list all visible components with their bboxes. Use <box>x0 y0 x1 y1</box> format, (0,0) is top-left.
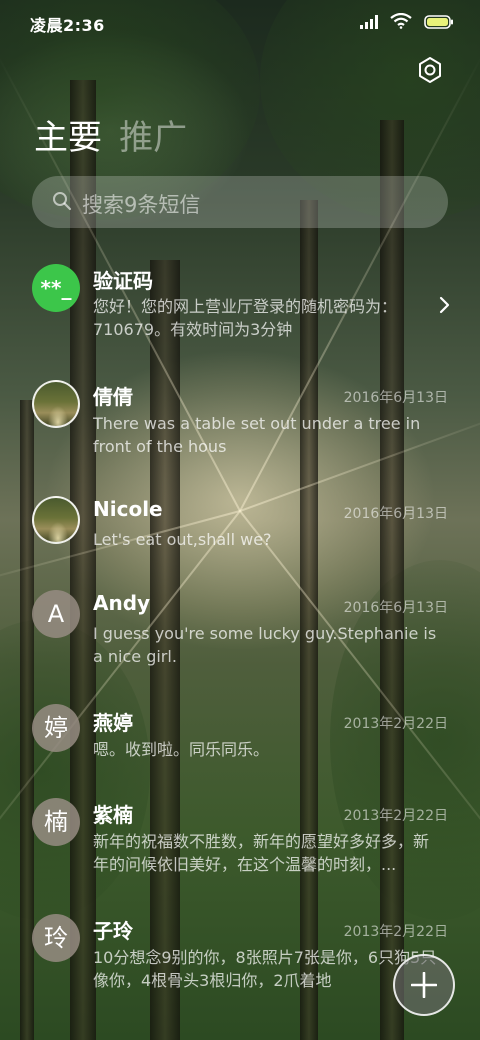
tab-bar: 主要 推广 <box>34 110 199 160</box>
avatar <box>32 496 80 544</box>
signal-icon <box>360 15 378 29</box>
conversation-name: 子玲 <box>93 919 133 943</box>
conversation-date: 2016年6月13日 <box>343 390 448 406</box>
status-bar: 凌晨2:36 <box>0 0 480 44</box>
search-placeholder: 搜索9条短信 <box>82 193 201 217</box>
conversation-date: 2013年2月22日 <box>343 924 448 940</box>
conversation-item[interactable]: **_ 验证码 您好！您的网上营业厅登录的随机密码为：710679。有效时间为3… <box>0 262 480 358</box>
wallpaper-tree <box>380 120 404 1040</box>
conversation-item[interactable]: 楠 紫楠 2013年2月22日 新年的祝福数不胜数，新年的愿望好多好多，新年的问… <box>0 796 480 892</box>
conversation-date: 2013年2月22日 <box>343 716 448 732</box>
chevron-right-icon[interactable] <box>438 295 452 315</box>
compose-button[interactable] <box>393 954 455 1016</box>
conversation-item[interactable]: Nicole 2016年6月13日 Let's eat out,shall we… <box>0 494 480 564</box>
avatar-initial: 婷 <box>44 714 68 742</box>
avatar-initial: 楠 <box>44 808 68 836</box>
tab-primary[interactable]: 主要 <box>34 110 102 159</box>
avatar-initial: 玲 <box>44 924 68 952</box>
conversation-preview: There was a table set out under a tree i… <box>93 414 421 456</box>
conversation-item[interactable]: 倩倩 2016年6月13日 There was a table set out … <box>0 378 480 474</box>
conversation-name: 紫楠 <box>93 803 133 827</box>
plus-icon <box>411 972 437 998</box>
avatar: A <box>32 590 80 638</box>
conversation-preview: I guess you're some lucky guy.Stephanie … <box>93 624 437 666</box>
avatar: **_ <box>32 264 80 312</box>
battery-icon <box>424 15 453 29</box>
avatar: 玲 <box>32 914 80 962</box>
conversation-preview: 您好！您的网上营业厅登录的随机密码为：710679。有效时间为3分钟 <box>93 297 398 339</box>
wifi-icon <box>390 13 412 29</box>
avatar: 婷 <box>32 704 80 752</box>
conversation-name: Nicole <box>93 497 163 521</box>
conversation-date: 2016年6月13日 <box>343 600 448 616</box>
conversation-date: 2016年6月13日 <box>343 506 448 522</box>
conversation-preview: Let's eat out,shall we? <box>93 530 272 549</box>
conversation-item[interactable]: 婷 燕婷 2013年2月22日 嗯。收到啦。同乐同乐。 <box>0 704 480 774</box>
conversation-preview: 10分想念9别的你，8张照片7张是你，6只狗5只像你，4根骨头3根归你，2爪着地 <box>93 948 437 990</box>
conversation-item[interactable]: A Andy 2016年6月13日 I guess you're some lu… <box>0 588 480 684</box>
avatar: 楠 <box>32 798 80 846</box>
search-input[interactable]: 搜索9条短信 <box>32 176 448 228</box>
conversation-preview: 新年的祝福数不胜数，新年的愿望好多好多，新年的问候依旧美好，在这个温馨的时刻，.… <box>93 832 430 874</box>
gear-icon[interactable] <box>415 55 445 85</box>
conversation-date: 2013年2月22日 <box>343 808 448 824</box>
tab-promotions[interactable]: 推广 <box>119 110 187 159</box>
status-icons <box>354 13 454 31</box>
conversation-preview: 嗯。收到啦。同乐同乐。 <box>93 740 270 759</box>
conversation-name: 倩倩 <box>93 385 133 409</box>
messages-screen: 凌晨2:36 主要 推广 搜索9条短信 **_ 验证码 您好！您的网上营业厅登录… <box>0 0 480 1040</box>
conversation-name: Andy <box>93 591 151 615</box>
avatar <box>32 380 80 428</box>
conversation-name: 燕婷 <box>93 711 133 735</box>
avatar-text: **_ <box>40 276 72 300</box>
status-time: 凌晨2:36 <box>30 16 105 35</box>
avatar-initial: A <box>47 600 65 628</box>
search-icon <box>53 192 72 211</box>
conversation-name: 验证码 <box>93 269 153 293</box>
